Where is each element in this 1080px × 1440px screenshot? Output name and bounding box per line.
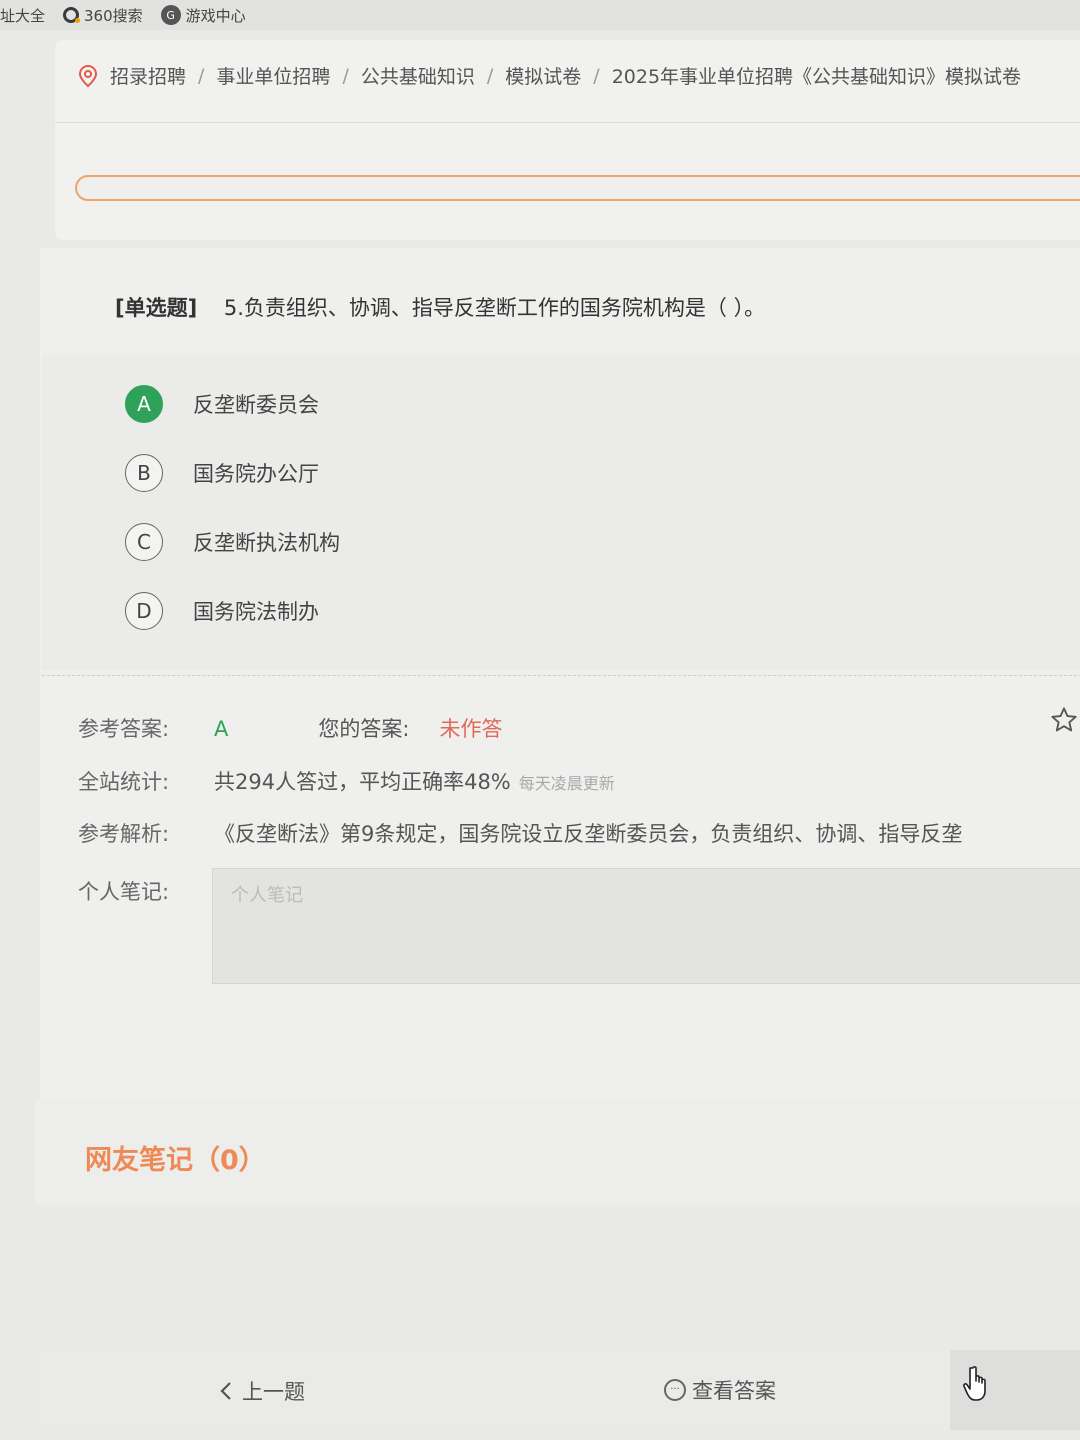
hand-cursor-icon — [963, 1366, 986, 1401]
bookmark-label: 址大全 — [0, 6, 46, 25]
bookmark-label: 游戏中心 — [185, 6, 246, 25]
note-placeholder: 个人笔记 — [231, 885, 303, 906]
answer-row: 参考答案: A 您的答案: 未作答 — [78, 713, 502, 743]
your-answer-label: 您的答案: — [318, 717, 410, 741]
question-title: [单选题] 5.负责组织、协调、指导反垄断工作的国务院机构是（ ）。 — [115, 292, 765, 322]
option-text: 国务院办公厅 — [193, 462, 319, 486]
option-text: 反垄断执法机构 — [193, 531, 340, 555]
option-c[interactable]: C 反垄断执法机构 — [125, 523, 340, 561]
notes-label: 个人笔记: — [78, 880, 170, 904]
question-type: [单选题] — [115, 296, 198, 320]
previous-question-label: 上一题 — [242, 1380, 305, 1404]
divider — [55, 122, 1080, 123]
divider — [42, 675, 1080, 676]
comments-title[interactable]: 网友笔记（0） — [85, 1138, 266, 1177]
stats-value: 共294人答过，平均正确率48% — [214, 770, 511, 794]
stats-update-note: 每天凌晨更新 — [518, 774, 615, 793]
analysis-label: 参考解析: — [78, 822, 170, 846]
breadcrumb-separator: / — [593, 64, 600, 87]
option-d[interactable]: D 国务院法制办 — [125, 592, 319, 630]
reference-answer-label: 参考答案: — [78, 717, 170, 741]
stats-row: 全站统计: 共294人答过，平均正确率48% 每天凌晨更新 — [78, 766, 615, 796]
option-b[interactable]: B 国务院办公厅 — [125, 454, 319, 492]
option-letter-badge: A — [125, 385, 163, 423]
option-a[interactable]: A 反垄断委员会 — [125, 385, 319, 423]
option-text: 反垄断委员会 — [193, 393, 319, 417]
progress-bar — [75, 175, 1080, 201]
breadcrumb-separator: / — [198, 64, 205, 87]
stats-label: 全站统计: — [78, 770, 170, 794]
option-letter-badge: C — [125, 523, 163, 561]
favorite-star-icon[interactable] — [1050, 706, 1078, 734]
breadcrumb-item-mock-exam[interactable]: 模拟试卷 — [505, 62, 581, 89]
bottom-nav-bar — [35, 1350, 950, 1430]
view-answer-label: 查看答案 — [692, 1379, 776, 1403]
breadcrumb-item-current-exam: 2025年事业单位招聘《公共基础知识》模拟试卷 — [611, 66, 1022, 88]
bookmark-360-search[interactable]: 360搜索 — [63, 5, 143, 26]
view-answer-button[interactable]: ··· 查看答案 — [664, 1375, 776, 1405]
breadcrumb-item-public-institution[interactable]: 事业单位招聘 — [216, 62, 330, 89]
breadcrumb-item-recruitment[interactable]: 招录招聘 — [110, 62, 186, 89]
comment-dots-icon: ··· — [664, 1379, 686, 1401]
bookmark-label: 360搜索 — [84, 6, 143, 25]
breadcrumb: 招录招聘 / 事业单位招聘 / 公共基础知识 / 模拟试卷 / 2025年事业单… — [78, 62, 1021, 89]
your-answer-value: 未作答 — [439, 717, 503, 741]
chevron-left-icon — [220, 1382, 231, 1400]
notes-row: 个人笔记: — [78, 876, 214, 906]
game-center-icon: G — [160, 5, 181, 25]
option-text: 国务院法制办 — [193, 600, 319, 624]
question-text: 5.负责组织、协调、指导反垄断工作的国务院机构是（ ）。 — [223, 296, 766, 320]
bookmarks-bar: 址大全 360搜索 G 游戏中心 — [0, 0, 1080, 30]
analysis-text: 《反垄断法》第9条规定，国务院设立反垄断委员会，负责组织、协调、指导反垄 — [214, 822, 963, 846]
analysis-row: 参考解析: 《反垄断法》第9条规定，国务院设立反垄断委员会，负责组织、协调、指导… — [78, 818, 962, 848]
reference-answer-value: A — [214, 717, 229, 741]
search-360-icon — [63, 7, 81, 23]
previous-question-button[interactable]: 上一题 — [218, 1376, 305, 1406]
location-pin-icon — [78, 64, 98, 87]
option-letter-badge: D — [125, 592, 163, 630]
breadcrumb-separator: / — [342, 64, 349, 87]
bookmark-url-directory[interactable]: 址大全 — [0, 5, 45, 26]
bookmark-game-center[interactable]: G 游戏中心 — [160, 5, 246, 26]
breadcrumb-item-public-knowledge[interactable]: 公共基础知识 — [361, 62, 475, 89]
option-letter-badge: B — [125, 454, 163, 492]
personal-note-input[interactable]: 个人笔记 — [212, 868, 1080, 984]
breadcrumb-separator: / — [486, 64, 494, 87]
